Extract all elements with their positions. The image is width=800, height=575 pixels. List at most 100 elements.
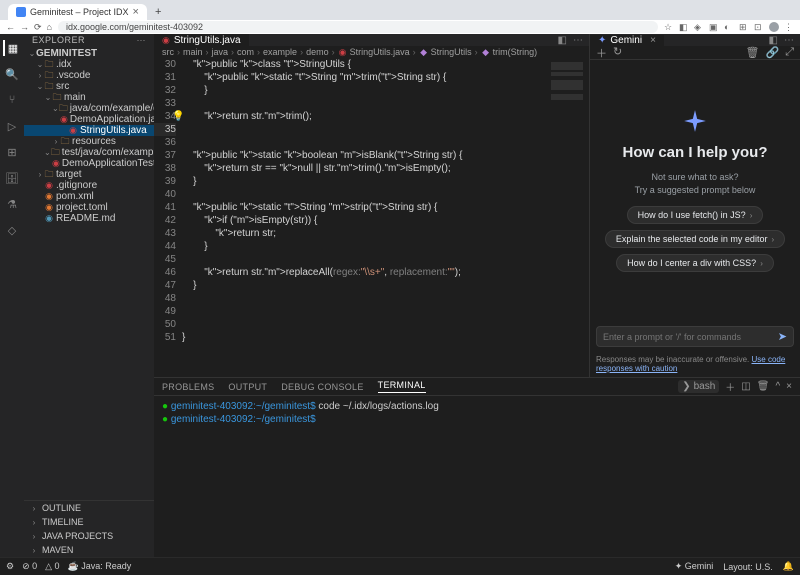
shell-selector[interactable]: ❯ bash [678, 380, 719, 393]
sidebar-section[interactable]: ›JAVA PROJECTS [24, 529, 154, 543]
expand-icon[interactable]: ⤢ [785, 46, 794, 59]
sidebar-section[interactable]: ›OUTLINE [24, 501, 154, 515]
suggestion-chip[interactable]: Explain the selected code in my editor› [605, 230, 785, 248]
split-icon[interactable]: ◧ [769, 35, 778, 46]
refresh-icon[interactable]: ⟳ [34, 22, 42, 33]
tree-folder[interactable]: ⌄🗀main [24, 92, 154, 103]
tree-folder[interactable]: ⌄🗀test/java/com/example/demo [24, 147, 154, 158]
status-item[interactable]: 🔔 [783, 561, 794, 572]
send-icon[interactable]: ➤ [778, 330, 787, 343]
ext-icon[interactable]: ⊡ [754, 22, 764, 32]
suggestion-chip[interactable]: How do I use fetch() in JS?› [627, 206, 764, 224]
tree-file[interactable]: ◉StringUtils.java [24, 125, 154, 136]
breadcrumb-segment[interactable]: main [183, 47, 203, 57]
more-icon[interactable]: ⋯ [784, 35, 794, 46]
new-chat-icon[interactable]: ＋ [596, 45, 607, 61]
delete-icon[interactable]: 🗑 [746, 46, 760, 59]
breadcrumb-segment[interactable]: src [162, 47, 174, 57]
back-icon[interactable]: ← [6, 22, 15, 33]
code-line[interactable]: "k">if ("m">isEmpty(str)) { [182, 214, 589, 227]
browser-tab[interactable]: Geminitest – Project IDX × [8, 4, 147, 20]
maximize-panel-icon[interactable]: ^ [775, 381, 780, 392]
tree-folder[interactable]: ⌄🗀src [24, 81, 154, 92]
ext-icon[interactable]: ◧ [679, 22, 689, 32]
breadcrumb-segment[interactable]: com [237, 47, 254, 57]
ext-icon[interactable]: ◈ [694, 22, 704, 32]
status-item[interactable]: Layout: U.S. [723, 562, 773, 572]
tree-folder[interactable]: ⌄🗀java/com/example/demo [24, 103, 154, 114]
terminal[interactable]: ● geminitest-403092:~/geminitest$ code ~… [154, 396, 800, 557]
code-line[interactable] [182, 123, 589, 136]
code-line[interactable]: } [182, 84, 589, 97]
code-line[interactable] [182, 136, 589, 149]
close-icon[interactable]: × [650, 35, 656, 46]
editor-tab[interactable]: ◉ StringUtils.java [154, 34, 250, 46]
more-actions-icon[interactable]: ⋯ [573, 35, 583, 46]
ext-icon[interactable]: ▣ [709, 22, 719, 32]
breadcrumb-segment[interactable]: java [212, 47, 229, 57]
code-line[interactable]: "k">return str == "k">null || str."m">tr… [182, 162, 589, 175]
status-item[interactable]: ⚙ [6, 561, 14, 572]
profile-avatar[interactable] [769, 22, 779, 32]
tree-folder[interactable]: ›🗀resources [24, 136, 154, 147]
code-line[interactable] [182, 97, 589, 110]
tree-file[interactable]: ◉.gitignore [24, 180, 154, 191]
forward-icon[interactable]: → [20, 22, 29, 33]
breadcrumb-segment[interactable]: example [263, 47, 297, 57]
breadcrumb-segment[interactable]: ◉StringUtils.java [338, 47, 410, 58]
code-line[interactable]: "k">public "k">class "t">StringUtils { [182, 58, 589, 71]
panel-tab[interactable]: OUTPUT [228, 382, 267, 392]
source-control-icon[interactable]: ⑂ [4, 92, 20, 108]
breadcrumb-segment[interactable]: demo [306, 47, 329, 57]
sidebar-section[interactable]: ›MAVEN [24, 543, 154, 557]
history-icon[interactable]: ↻ [613, 45, 622, 61]
code-line[interactable]: "k">return str."m">replaceAll(regex:"\\s… [182, 266, 589, 279]
kill-terminal-icon[interactable]: 🗑 [757, 381, 770, 392]
tree-file[interactable]: ◉README.md [24, 213, 154, 224]
status-item[interactable]: ✦ Gemini [675, 561, 714, 572]
editor-viewport[interactable]: 3031323334353637383940414243444546474849… [154, 58, 589, 377]
code-line[interactable]: } [182, 331, 589, 344]
code-line[interactable]: "k">public "k">static "k">boolean "m">is… [182, 149, 589, 162]
lightbulb-icon[interactable]: 💡 [172, 110, 184, 123]
code-line[interactable] [182, 292, 589, 305]
extensions-icon[interactable]: ⊞ [4, 144, 20, 160]
tree-folder[interactable]: ›🗀target [24, 169, 154, 180]
beaker-icon[interactable]: ⚗ [4, 196, 20, 212]
database-icon[interactable]: 🗄 [4, 170, 20, 186]
panel-tab[interactable]: PROBLEMS [162, 382, 214, 392]
minimap[interactable] [547, 58, 589, 377]
search-icon[interactable]: 🔍 [4, 66, 20, 82]
code-line[interactable] [182, 188, 589, 201]
split-editor-icon[interactable]: ◧ [558, 35, 567, 46]
code-line[interactable]: "k">return str."m">trim(); [182, 110, 589, 123]
code-line[interactable]: } [182, 240, 589, 253]
url-field[interactable]: idx.google.com/geminitest-403092 [58, 21, 658, 33]
status-item[interactable]: △ 0 [45, 561, 59, 572]
status-item[interactable]: ☕ Java: Ready [68, 561, 132, 572]
breadcrumb-segment[interactable]: ◆trim(String) [481, 47, 538, 58]
home-icon[interactable]: ⌂ [47, 22, 52, 33]
sidebar-section[interactable]: ›TIMELINE [24, 515, 154, 529]
more-icon[interactable]: ⋯ [137, 35, 147, 46]
breadcrumb[interactable]: src›main›java›com›example›demo›◉StringUt… [154, 46, 589, 58]
run-debug-icon[interactable]: ▷ [4, 118, 20, 134]
gemini-input[interactable]: ➤ [596, 326, 794, 347]
tree-file[interactable]: ◉pom.xml [24, 191, 154, 202]
breadcrumb-segment[interactable]: ◆StringUtils [419, 47, 472, 58]
ext-icon[interactable]: ◐ [724, 22, 734, 32]
code-line[interactable]: "k">public "k">static "t">String "m">tri… [182, 71, 589, 84]
code-area[interactable]: 💡 "k">public "k">class "t">StringUtils {… [182, 58, 589, 344]
new-tab-button[interactable]: + [149, 4, 167, 20]
menu-icon[interactable]: ⋮ [784, 22, 794, 32]
code-line[interactable] [182, 305, 589, 318]
code-line[interactable] [182, 318, 589, 331]
status-item[interactable]: ⊘ 0 [22, 561, 37, 572]
close-tab-icon[interactable]: × [133, 6, 139, 18]
tree-file[interactable]: ◉DemoApplication.java [24, 114, 154, 125]
code-line[interactable]: } [182, 279, 589, 292]
tree-file[interactable]: ◉project.toml [24, 202, 154, 213]
code-line[interactable]: } [182, 175, 589, 188]
panel-tab[interactable]: TERMINAL [378, 380, 426, 393]
close-panel-icon[interactable]: × [786, 381, 792, 392]
